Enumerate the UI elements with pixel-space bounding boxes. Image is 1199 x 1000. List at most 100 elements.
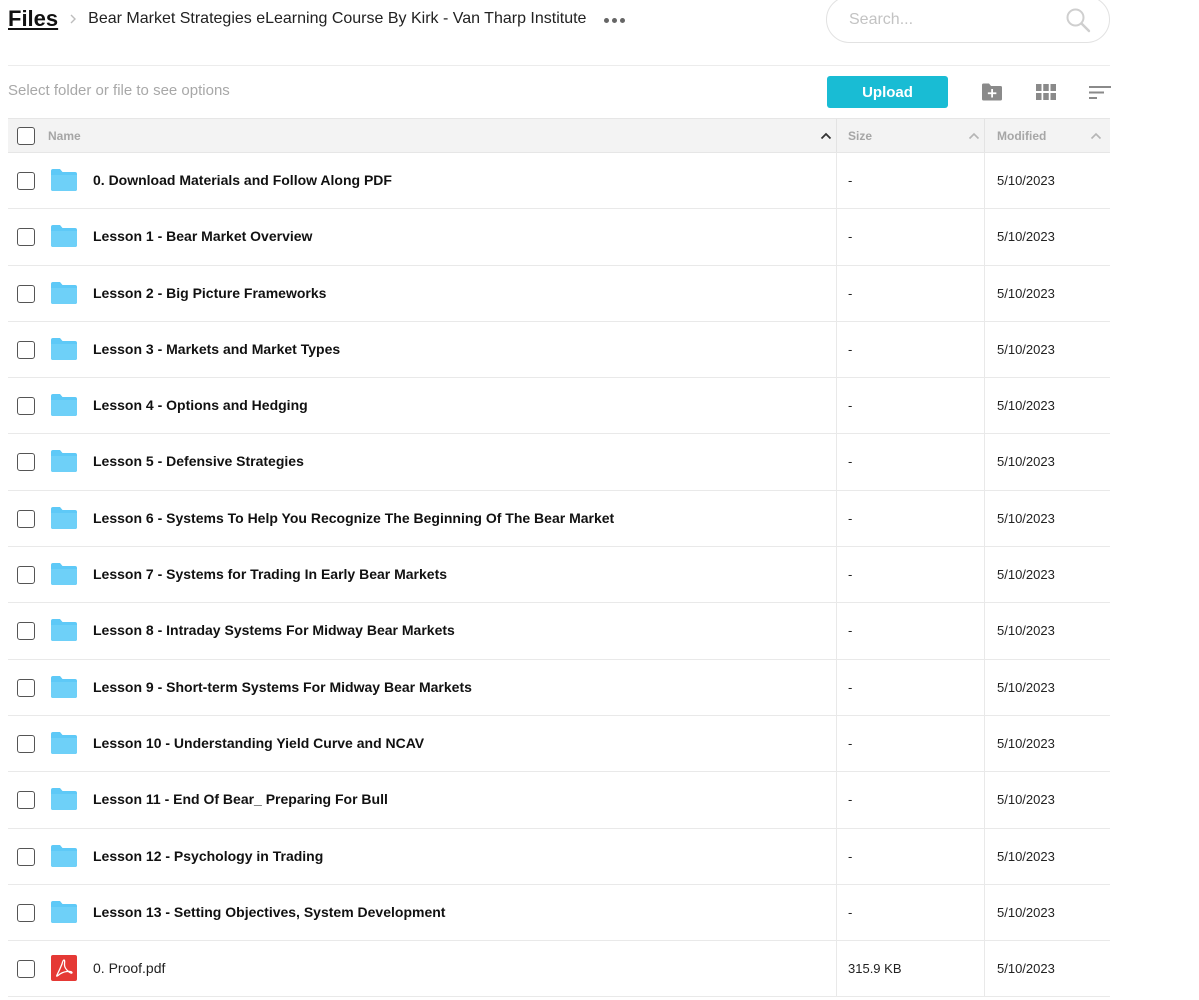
folder-name[interactable]: Lesson 5 - Defensive Strategies: [93, 453, 304, 469]
select-all-checkbox[interactable]: [17, 127, 35, 145]
folder-name[interactable]: Lesson 11 - End Of Bear_ Preparing For B…: [93, 791, 388, 807]
table-row[interactable]: Lesson 6 - Systems To Help You Recognize…: [8, 490, 1110, 548]
new-folder-icon[interactable]: [980, 80, 1004, 104]
table-row[interactable]: 0. Proof.pdf 315.9 KB 5/10/2023: [8, 941, 1110, 998]
column-separator: [836, 434, 837, 490]
row-checkbox[interactable]: [17, 847, 35, 866]
folder-icon: [50, 674, 78, 700]
folder-name[interactable]: 0. Download Materials and Follow Along P…: [93, 172, 392, 188]
column-header-size-label: Size: [848, 128, 873, 143]
folder-name[interactable]: Lesson 12 - Psychology in Trading: [93, 848, 323, 864]
breadcrumb-root-files[interactable]: Files: [8, 6, 58, 32]
folder-name[interactable]: Lesson 3 - Markets and Market Types: [93, 341, 340, 357]
column-separator: [836, 321, 837, 378]
table-row[interactable]: Lesson 3 - Markets and Market Types - 5/10…: [8, 321, 1110, 379]
more-dot: [604, 17, 610, 23]
row-checkbox[interactable]: [17, 228, 35, 247]
modified-cell: 5/10/2023: [997, 623, 1055, 639]
column-separator: [836, 378, 837, 434]
column-header-name[interactable]: Name: [48, 119, 836, 152]
row-checkbox[interactable]: [17, 509, 35, 528]
row-checkbox[interactable]: [17, 678, 35, 697]
folder-name[interactable]: Lesson 1 - Bear Market Overview: [93, 228, 312, 244]
chevron-up-icon[interactable]: [820, 132, 832, 140]
modified-cell: 5/10/2023: [997, 285, 1055, 301]
size-cell: -: [848, 735, 853, 751]
table-row[interactable]: Lesson 4 - Options and Hedging - 5/10/2023: [8, 378, 1110, 435]
size-cell: -: [848, 848, 853, 864]
row-checkbox[interactable]: [17, 397, 35, 416]
table-row[interactable]: Lesson 7 - Systems for Trading In Early …: [8, 547, 1110, 604]
table-row[interactable]: Lesson 8 - Intraday Systems For Midway B…: [8, 603, 1110, 660]
file-name[interactable]: 0. Proof.pdf: [93, 960, 165, 976]
folder-name[interactable]: Lesson 13 - Setting Objectives, System D…: [93, 904, 445, 920]
row-checkbox[interactable]: [17, 453, 35, 472]
table-row[interactable]: Lesson 9 - Short-term Systems For Midway…: [8, 659, 1110, 716]
table-row[interactable]: 0. Download Materials and Follow Along P…: [8, 153, 1110, 210]
chevron-up-icon[interactable]: [1090, 132, 1102, 140]
row-checkbox[interactable]: [17, 172, 35, 190]
folder-name[interactable]: Lesson 4 - Options and Hedging: [93, 397, 308, 413]
modified-cell: 5/10/2023: [997, 567, 1055, 583]
row-checkbox[interactable]: [17, 734, 35, 753]
folder-icon: [50, 280, 78, 306]
row-checkbox[interactable]: [17, 566, 35, 585]
row-checkbox[interactable]: [17, 791, 35, 810]
column-separator: [984, 772, 985, 828]
column-separator: [836, 547, 837, 603]
folder-icon: [50, 899, 78, 925]
table-row[interactable]: Lesson 11 - End Of Bear_ Preparing For B…: [8, 772, 1110, 829]
row-checkbox[interactable]: [17, 622, 35, 641]
table-header: Name Size Modified: [8, 118, 1110, 153]
file-table: Name Size Modified 0. Download Materials…: [8, 118, 1110, 998]
table-row[interactable]: Lesson 1 - Bear Market Overview - 5/10/202…: [8, 209, 1110, 266]
modified-cell: 5/10/2023: [997, 735, 1055, 751]
folder-icon: [50, 448, 78, 474]
search-input[interactable]: [847, 9, 1057, 31]
folder-name[interactable]: Lesson 2 - Big Picture Frameworks: [93, 285, 326, 301]
row-checkbox[interactable]: [17, 903, 35, 922]
column-separator: [836, 772, 837, 828]
column-separator: [984, 209, 985, 265]
folder-name[interactable]: Lesson 6 - Systems To Help You Recognize…: [93, 510, 614, 526]
table-row[interactable]: Lesson 12 - Psychology in Trading - 5/10/2…: [8, 828, 1110, 885]
column-separator: [836, 603, 837, 659]
column-separator: [984, 547, 985, 603]
row-checkbox[interactable]: [17, 284, 35, 303]
folder-name[interactable]: Lesson 8 - Intraday Systems For Midway B…: [93, 622, 455, 638]
size-cell: 315.9 KB: [848, 961, 902, 977]
modified-cell: 5/10/2023: [997, 341, 1055, 357]
folder-icon: [50, 786, 78, 812]
search-icon[interactable]: [1065, 7, 1091, 33]
size-cell: -: [848, 173, 853, 188]
more-icon[interactable]: [604, 16, 626, 23]
modified-cell: 5/10/2023: [997, 961, 1055, 977]
size-cell: -: [848, 567, 853, 583]
table-row[interactable]: Lesson 2 - Big Picture Frameworks - 5/10/2…: [8, 265, 1110, 322]
chevron-up-icon[interactable]: [968, 132, 980, 140]
column-separator: [836, 119, 837, 152]
header: Files Bear Market Strategies eLearning C…: [8, 0, 1110, 44]
column-header-modified[interactable]: Modified: [997, 119, 1106, 152]
column-header-size[interactable]: Size: [848, 119, 984, 152]
size-cell: -: [848, 623, 853, 639]
more-dot: [620, 17, 626, 23]
size-cell: -: [848, 454, 853, 470]
size-cell: -: [848, 679, 853, 695]
upload-button[interactable]: Upload: [827, 76, 948, 108]
column-separator: [836, 715, 837, 772]
sort-icon[interactable]: [1088, 80, 1112, 104]
chevron-right-icon: [70, 14, 77, 24]
row-checkbox[interactable]: [17, 340, 35, 359]
modified-cell: 5/10/2023: [997, 454, 1055, 470]
table-row[interactable]: Lesson 5 - Defensive Strategies - 5/10/202…: [8, 434, 1110, 491]
table-row[interactable]: Lesson 10 - Understanding Yield Curve an…: [8, 715, 1110, 773]
table-row[interactable]: Lesson 13 - Setting Objectives, System D…: [8, 884, 1110, 942]
folder-name[interactable]: Lesson 7 - Systems for Trading In Early …: [93, 566, 447, 582]
modified-cell: 5/10/2023: [997, 904, 1055, 920]
folder-name[interactable]: Lesson 9 - Short-term Systems For Midway…: [93, 679, 472, 695]
folder-name[interactable]: Lesson 10 - Understanding Yield Curve an…: [93, 735, 424, 751]
grid-view-icon[interactable]: [1034, 80, 1058, 104]
size-cell: -: [848, 398, 853, 414]
row-checkbox[interactable]: [17, 960, 35, 979]
